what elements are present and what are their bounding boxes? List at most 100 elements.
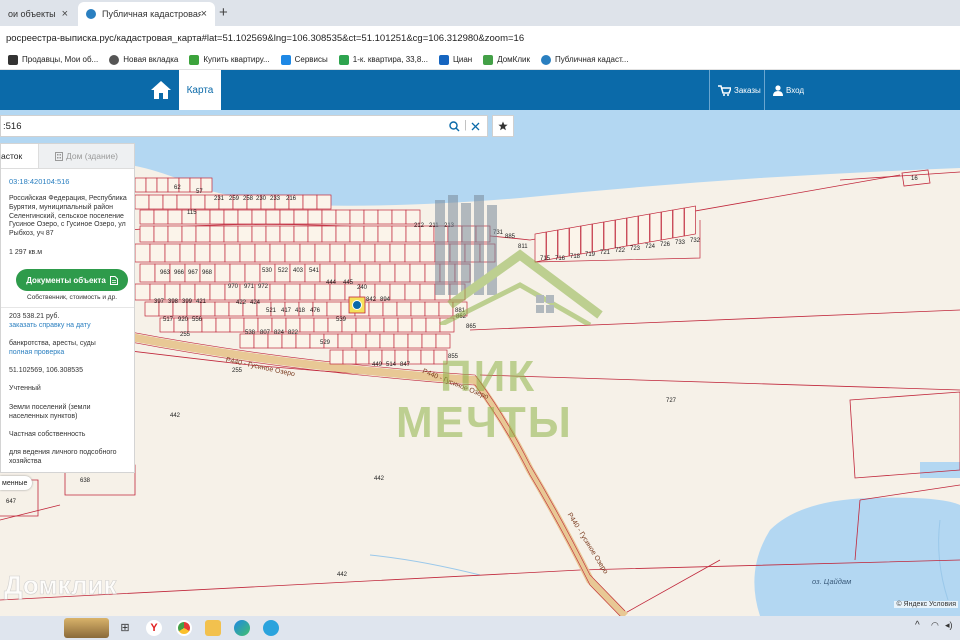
land-parcel[interactable] <box>365 333 381 349</box>
search-input[interactable]: :516 | <box>0 115 488 137</box>
land-parcel[interactable] <box>364 263 381 283</box>
land-parcel[interactable] <box>295 333 311 349</box>
land-parcel[interactable] <box>316 194 332 210</box>
land-parcel[interactable] <box>214 263 231 283</box>
land-parcel[interactable] <box>134 177 147 193</box>
land-parcel[interactable] <box>209 225 225 243</box>
land-parcel[interactable] <box>269 283 286 301</box>
map-copyright[interactable]: © Яндекс Условия <box>894 601 958 608</box>
land-parcel[interactable] <box>164 283 181 301</box>
land-parcel[interactable] <box>293 209 309 225</box>
land-parcel[interactable] <box>265 209 281 225</box>
bookmark-new-tab[interactable]: Новая вкладка <box>109 54 178 65</box>
land-parcel[interactable] <box>369 317 385 333</box>
land-parcel[interactable] <box>281 333 297 349</box>
land-parcel[interactable] <box>379 333 395 349</box>
land-parcel[interactable] <box>394 263 411 283</box>
new-tab-button[interactable]: + <box>219 4 228 21</box>
land-parcel[interactable] <box>377 209 393 225</box>
land-parcel[interactable] <box>279 209 295 225</box>
land-parcel[interactable] <box>195 209 211 225</box>
cadastral-map[interactable]: 727 442 442 442 255 255 638 647 16 62 57 115 231 259 2… <box>0 110 960 616</box>
land-parcel[interactable] <box>379 263 396 283</box>
land-parcel[interactable] <box>661 209 673 241</box>
documents-button[interactable]: Документы объекта <box>16 269 128 291</box>
search-icon[interactable] <box>449 121 460 132</box>
land-parcel[interactable] <box>397 317 413 333</box>
land-parcel[interactable] <box>237 225 253 243</box>
land-parcel[interactable] <box>176 194 192 210</box>
land-parcel[interactable] <box>209 283 226 301</box>
full-check-link[interactable]: полная проверка <box>9 349 128 358</box>
volume-icon[interactable]: ◂) <box>945 620 957 636</box>
land-parcel[interactable] <box>284 243 301 263</box>
land-parcel[interactable] <box>407 333 423 349</box>
land-parcel[interactable] <box>404 243 421 263</box>
land-parcel[interactable] <box>149 283 166 301</box>
land-parcel[interactable] <box>215 317 231 333</box>
order-certificate-link[interactable]: заказать справку на дату <box>9 322 128 331</box>
land-parcel[interactable] <box>181 225 197 243</box>
land-parcel[interactable] <box>389 283 406 301</box>
land-parcel[interactable] <box>363 209 379 225</box>
land-parcel[interactable] <box>374 243 391 263</box>
land-parcel[interactable] <box>389 243 406 263</box>
land-parcel[interactable] <box>251 225 267 243</box>
land-parcel[interactable] <box>167 225 183 243</box>
tab-building[interactable]: Дом (здание) <box>38 144 134 168</box>
land-parcel[interactable] <box>254 243 271 263</box>
land-parcel[interactable] <box>435 333 451 349</box>
land-parcel[interactable] <box>421 333 437 349</box>
land-parcel[interactable] <box>223 225 239 243</box>
land-parcel[interactable] <box>363 225 379 243</box>
show-changes-button[interactable]: менные <box>0 476 32 490</box>
land-parcel[interactable] <box>649 211 662 243</box>
land-parcel[interactable] <box>179 243 196 263</box>
taskbar-widget-icon[interactable] <box>64 618 109 638</box>
bookmark-buy-apartment[interactable]: Купить квартиру... <box>189 54 270 65</box>
land-parcel[interactable] <box>405 209 421 225</box>
bookmark-cadastral[interactable]: Публичная кадаст... <box>540 54 628 65</box>
land-parcel[interactable] <box>420 349 435 365</box>
land-parcel[interactable] <box>382 301 398 317</box>
location-marker-icon[interactable] <box>352 300 362 310</box>
tab-cadastral-map[interactable]: Публичная кадастровая карта × <box>78 2 215 26</box>
land-parcel[interactable] <box>672 207 685 239</box>
land-parcel[interactable] <box>299 283 316 301</box>
land-parcel[interactable] <box>368 301 384 317</box>
land-parcel[interactable] <box>307 209 323 225</box>
land-parcel[interactable] <box>195 225 211 243</box>
land-parcel[interactable] <box>145 177 158 193</box>
land-parcel[interactable] <box>307 225 323 243</box>
land-parcel[interactable] <box>194 283 211 301</box>
land-parcel[interactable] <box>244 263 261 283</box>
land-parcel[interactable] <box>251 209 267 225</box>
land-parcel[interactable] <box>344 243 361 263</box>
land-parcel[interactable] <box>237 209 253 225</box>
land-parcel[interactable] <box>209 209 225 225</box>
land-parcel[interactable] <box>209 243 226 263</box>
land-parcel[interactable] <box>134 194 150 210</box>
address-bar[interactable]: росреестра-выписка.рус/кадастровая_карта… <box>0 26 960 50</box>
land-parcel[interactable] <box>349 209 365 225</box>
tab-my-objects[interactable]: ои объекты × <box>0 2 76 26</box>
land-parcel[interactable] <box>359 243 376 263</box>
bookmark-cian[interactable]: Циан <box>438 54 472 65</box>
land-parcel[interactable] <box>229 263 246 283</box>
tab-parcel[interactable]: асток <box>1 144 38 168</box>
land-parcel[interactable] <box>229 317 245 333</box>
land-parcel[interactable] <box>314 243 331 263</box>
land-parcel[interactable] <box>335 209 351 225</box>
land-parcel[interactable] <box>391 225 407 243</box>
land-parcel[interactable] <box>638 213 650 245</box>
land-parcel[interactable] <box>179 283 196 301</box>
land-parcel[interactable] <box>684 205 696 237</box>
land-parcel[interactable] <box>284 283 301 301</box>
land-parcel[interactable] <box>265 225 281 243</box>
land-parcel[interactable] <box>329 243 346 263</box>
land-parcel[interactable] <box>404 283 421 301</box>
land-parcel[interactable] <box>253 333 269 349</box>
bookmark-domclick[interactable]: ДомКлик <box>483 54 530 65</box>
tab-close-icon[interactable]: × <box>201 8 207 20</box>
tab-close-icon[interactable]: × <box>62 8 68 20</box>
